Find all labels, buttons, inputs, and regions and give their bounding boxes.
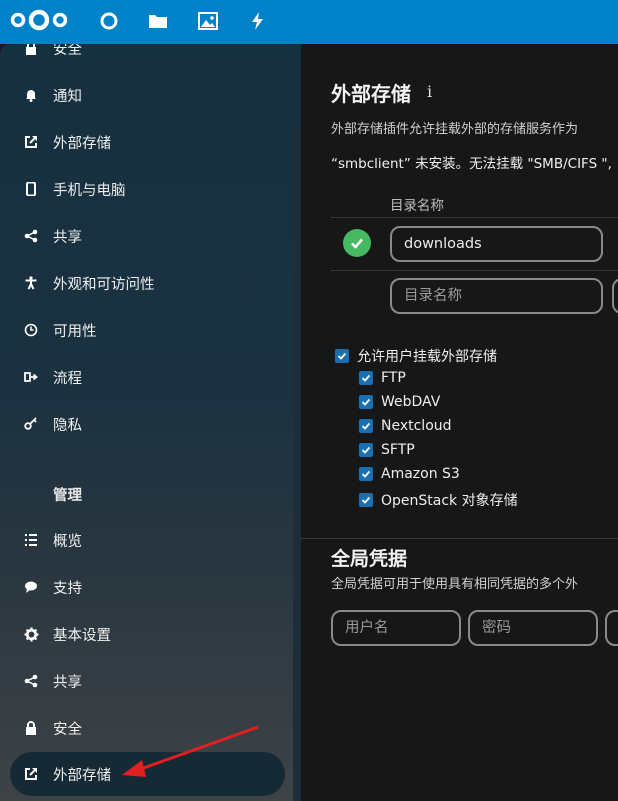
sidebar-scrollbar[interactable] (293, 129, 301, 801)
checkbox-label: Nextcloud (381, 418, 452, 434)
external-storage-icon (23, 766, 39, 782)
backend-checkbox-amazon-s3[interactable]: Amazon S3 (359, 466, 460, 482)
backend-checkbox-sftp[interactable]: SFTP (359, 442, 415, 458)
checkbox-checked-icon (335, 349, 349, 363)
checkbox-label: SFTP (381, 442, 415, 458)
nextcloud-logo[interactable] (10, 9, 68, 31)
checkbox-label: 允许用户挂载外部存储 (357, 349, 497, 365)
sidebar-item-accessibility[interactable]: 外观和可访问性 (10, 261, 285, 305)
password-input[interactable] (468, 610, 598, 646)
clock-icon (23, 322, 39, 338)
info-icon[interactable]: i (427, 82, 432, 101)
backend-checkbox-webdav[interactable]: WebDAV (359, 394, 440, 410)
status-ok-icon (343, 229, 371, 257)
sidebar-item-label: 安全 (53, 44, 82, 58)
backend-checkbox-openstack[interactable]: OpenStack 对象存储 (359, 490, 518, 510)
column-header-folder-name: 目录名称 (390, 198, 444, 214)
page-description: 外部存储插件允许挂载外部的存储服务作为 (331, 122, 579, 137)
checkbox-checked-icon (359, 419, 373, 433)
checkbox-checked-icon (359, 467, 373, 481)
sidebar-item-security-admin[interactable]: 安全 (10, 706, 285, 750)
smbclient-warning: “smbclient” 未安装。无法挂载 "SMB/CIFS ", (331, 156, 612, 172)
external-storage-icon (23, 134, 39, 150)
checkbox-label: OpenStack 对象存储 (381, 493, 518, 509)
global-credentials-description: 全局凭据可用于使用具有相同凭据的多个外 (331, 577, 579, 592)
backend-checkbox-ftp[interactable]: FTP (359, 370, 406, 386)
key-icon (23, 416, 39, 432)
lock-icon (23, 44, 39, 56)
lock-icon (23, 720, 39, 736)
page-title: 外部存储 (331, 82, 411, 106)
sidebar-item-privacy[interactable]: 隐私 (10, 402, 285, 446)
sidebar-item-label: 隐私 (53, 417, 82, 434)
backend-checkbox-nextcloud[interactable]: Nextcloud (359, 418, 452, 434)
global-credentials-title: 全局凭据 (331, 548, 408, 570)
sidebar-item-label: 概览 (53, 533, 82, 550)
main-content: 外部存储 i 外部存储插件允许挂载外部的存储服务作为 “smbclient” 未… (301, 44, 618, 801)
dashboard-icon[interactable] (98, 10, 120, 32)
checkbox-label: Amazon S3 (381, 466, 460, 482)
checkbox-checked-icon (359, 371, 373, 385)
overview-icon (23, 532, 39, 548)
sidebar-item-sharing-admin[interactable]: 共享 (10, 659, 285, 703)
sidebar-item-flow[interactable]: 流程 (10, 355, 285, 399)
share-icon (23, 673, 39, 689)
sidebar-item-overview[interactable]: 概览 (10, 518, 285, 562)
sidebar-item-label: 手机与电脑 (53, 182, 126, 199)
sidebar-item-label: 外部存储 (53, 135, 111, 152)
sidebar-item-mobile-desktop[interactable]: 手机与电脑 (10, 167, 285, 211)
backend-select[interactable] (612, 278, 618, 314)
sidebar-item-basic-settings[interactable]: 基本设置 (10, 612, 285, 656)
checkbox-checked-icon (359, 443, 373, 457)
save-credentials-button[interactable] (605, 610, 618, 646)
allow-user-mounting-checkbox[interactable]: 允许用户挂载外部存储 (335, 346, 497, 366)
sidebar-item-label: 支持 (53, 580, 82, 597)
sidebar-item-external-storage-admin[interactable]: 外部存储 (10, 752, 285, 796)
flow-icon (23, 369, 39, 385)
activity-icon[interactable] (247, 10, 269, 32)
sidebar-item-label: 外观和可访问性 (53, 276, 155, 293)
sidebar-item-external-storage-personal[interactable]: 外部存储 (10, 120, 285, 164)
gear-icon (23, 626, 39, 642)
admin-section-caption: 管理 (53, 488, 82, 504)
sidebar-item-label: 共享 (53, 229, 82, 246)
checkbox-checked-icon (359, 493, 373, 507)
table-divider (331, 270, 618, 271)
share-icon (23, 228, 39, 244)
checkbox-checked-icon (359, 395, 373, 409)
username-input[interactable] (331, 610, 461, 646)
accessibility-icon (23, 275, 39, 291)
sidebar-item-notifications[interactable]: 通知 (10, 73, 285, 117)
mount-folder-name-input[interactable] (390, 226, 603, 262)
table-divider (331, 217, 618, 218)
sidebar-item-label: 通知 (53, 88, 82, 105)
sidebar-item-support[interactable]: 支持 (10, 565, 285, 609)
sidebar-item-label: 可用性 (53, 323, 97, 340)
section-divider (301, 538, 618, 539)
sidebar-item-sharing-personal[interactable]: 共享 (10, 214, 285, 258)
checkbox-label: WebDAV (381, 394, 441, 410)
sidebar-item-label: 外部存储 (53, 767, 111, 784)
sidebar-item-label: 安全 (53, 721, 82, 738)
sidebar-item-availability[interactable]: 可用性 (10, 308, 285, 352)
settings-sidebar: 安全 通知 外部存储 手机与电脑 共享 外观和可访问性 可用性 流程 隐私 管理… (0, 44, 301, 801)
sidebar-item-label: 共享 (53, 674, 82, 691)
sidebar-item-label: 基本设置 (53, 627, 111, 644)
sidebar-item-label: 流程 (53, 370, 82, 387)
bell-icon (23, 87, 39, 103)
top-header (0, 0, 618, 44)
photos-icon[interactable] (197, 10, 219, 32)
files-icon[interactable] (147, 10, 169, 32)
phone-icon (23, 181, 39, 197)
support-icon (23, 579, 39, 595)
sidebar-item-security[interactable]: 安全 (10, 44, 285, 70)
checkbox-label: FTP (381, 370, 406, 386)
new-folder-name-input[interactable] (390, 278, 603, 314)
